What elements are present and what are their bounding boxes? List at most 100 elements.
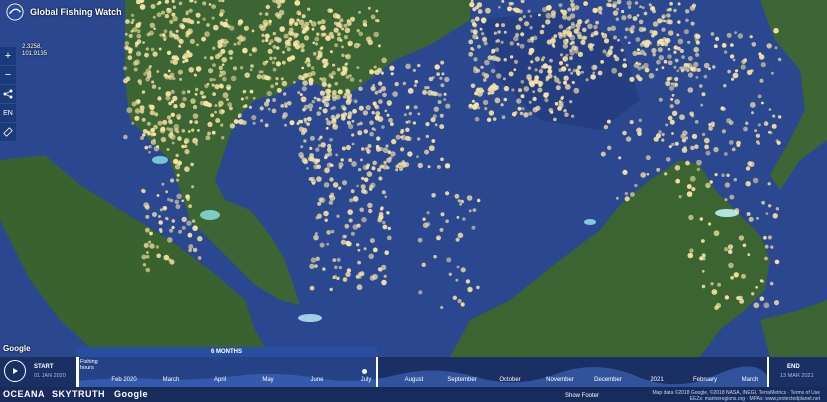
- fishing-activity-dot: [686, 191, 693, 197]
- fishing-activity-dot: [174, 199, 180, 205]
- fishing-activity-dot: [365, 165, 369, 170]
- fishing-activity-dot: [199, 90, 204, 95]
- fishing-activity-dot: [617, 72, 623, 77]
- fishing-activity-dot: [724, 295, 730, 300]
- fishing-activity-dot: [749, 35, 753, 39]
- play-button[interactable]: [4, 360, 26, 382]
- fishing-activity-dot: [398, 166, 404, 171]
- fishing-activity-dot: [763, 121, 769, 126]
- gfw-logo-icon[interactable]: [6, 3, 24, 21]
- fishing-activity-dot: [190, 98, 196, 104]
- fishing-activity-dot: [306, 62, 311, 68]
- fishing-activity-dot: [513, 68, 517, 71]
- fishing-activity-dot: [507, 6, 512, 12]
- fishing-activity-dot: [477, 9, 483, 14]
- fishing-activity-dot: [538, 13, 541, 17]
- fishing-activity-dot: [167, 69, 171, 73]
- fishing-activity-dot: [520, 80, 525, 84]
- fishing-activity-dot: [685, 18, 689, 23]
- fishing-activity-dot: [171, 55, 176, 60]
- fishing-activity-dot: [445, 219, 449, 223]
- fishing-activity-dot: [313, 96, 317, 100]
- fishing-activity-dot: [346, 268, 352, 273]
- timebar-end-handle[interactable]: [767, 357, 769, 387]
- fishing-activity-dot: [311, 27, 315, 31]
- fishing-activity-dot: [149, 243, 155, 249]
- fishing-activity-dot: [174, 164, 181, 170]
- fishing-activity-dot: [212, 92, 217, 96]
- fishing-activity-dot: [394, 81, 399, 87]
- fishing-activity-dot: [341, 27, 345, 31]
- fishing-activity-dot: [412, 68, 416, 72]
- zoom-in-button[interactable]: +: [0, 47, 16, 66]
- fishing-activity-dot: [569, 100, 573, 104]
- fishing-activity-dot: [520, 32, 525, 37]
- fishing-activity-dot: [571, 21, 575, 26]
- playhead-knob[interactable]: [362, 369, 367, 374]
- zoom-out-button[interactable]: −: [0, 66, 16, 85]
- partner-google[interactable]: Google: [114, 389, 148, 399]
- fishing-activity-dot: [181, 90, 186, 95]
- fishing-activity-dot: [300, 130, 306, 136]
- fishing-activity-dot: [264, 12, 269, 16]
- fishing-activity-dot: [390, 151, 396, 157]
- ruler-button[interactable]: [0, 123, 16, 142]
- fishing-activity-dot: [176, 178, 180, 182]
- fishing-activity-dot: [728, 140, 734, 145]
- fishing-activity-dot: [178, 229, 183, 234]
- fishing-activity-dot: [286, 47, 291, 52]
- fishing-activity-dot: [693, 61, 699, 68]
- fishing-activity-dot: [219, 12, 224, 17]
- fishing-activity-dot: [755, 286, 758, 289]
- partner-oceana[interactable]: OCEANA: [3, 389, 45, 399]
- fishing-activity-dot: [163, 73, 168, 78]
- fishing-activity-dot: [318, 197, 324, 203]
- fishing-activity-dot: [147, 132, 151, 136]
- fishing-activity-dot: [218, 83, 224, 89]
- fishing-activity-dot: [714, 173, 718, 177]
- language-button[interactable]: EN: [0, 104, 16, 123]
- fishing-activity-dot: [728, 262, 734, 269]
- fishing-activity-dot: [362, 110, 368, 116]
- fishing-activity-dot: [567, 7, 572, 12]
- fishing-activity-dot: [448, 272, 452, 276]
- fishing-activity-dot: [740, 64, 746, 70]
- fishing-activity-dot: [679, 66, 683, 70]
- fishing-activity-dot: [704, 137, 710, 144]
- fishing-activity-dot: [730, 43, 734, 47]
- fishing-activity-dot: [352, 108, 357, 114]
- fishing-activity-dot: [756, 216, 759, 220]
- map-canvas[interactable]: [0, 0, 827, 357]
- fishing-activity-dot: [481, 19, 486, 24]
- share-button[interactable]: [0, 85, 16, 104]
- fishing-activity-dot: [674, 58, 679, 63]
- fishing-activity-dot: [576, 70, 581, 76]
- fishing-activity-dot: [691, 133, 698, 140]
- end-date[interactable]: 13 MAR 2021: [780, 373, 814, 379]
- fishing-activity-dot: [140, 188, 146, 193]
- fishing-activity-dot: [440, 212, 445, 217]
- fishing-activity-dot: [378, 176, 383, 181]
- fishing-activity-dot: [674, 83, 678, 87]
- show-footer-button[interactable]: Show Footer: [565, 393, 599, 399]
- fishing-activity-dot: [474, 102, 479, 108]
- range-end-handle[interactable]: [376, 357, 378, 387]
- fishing-activity-dot: [407, 88, 414, 94]
- fishing-activity-dot: [317, 201, 322, 206]
- fishing-activity-dot: [181, 225, 186, 230]
- fishing-activity-dot: [261, 33, 265, 37]
- fishing-activity-dot: [606, 119, 611, 124]
- fishing-activity-dot: [144, 145, 149, 150]
- fishing-activity-dot: [761, 101, 764, 105]
- fishing-activity-dot: [310, 21, 317, 27]
- fishing-activity-dot: [639, 49, 645, 55]
- partner-skytruth[interactable]: SKYTRUTH: [52, 389, 105, 399]
- fishing-activity-dot: [338, 165, 342, 169]
- start-date[interactable]: 01 JAN 2020: [34, 373, 66, 379]
- fishing-activity-dot: [135, 22, 141, 28]
- fishing-activity-dot: [622, 130, 627, 136]
- fishing-activity-dot: [158, 220, 163, 225]
- fishing-activity-dot: [341, 146, 346, 151]
- fishing-activity-dot: [521, 107, 525, 111]
- range-start-handle[interactable]: [76, 357, 79, 387]
